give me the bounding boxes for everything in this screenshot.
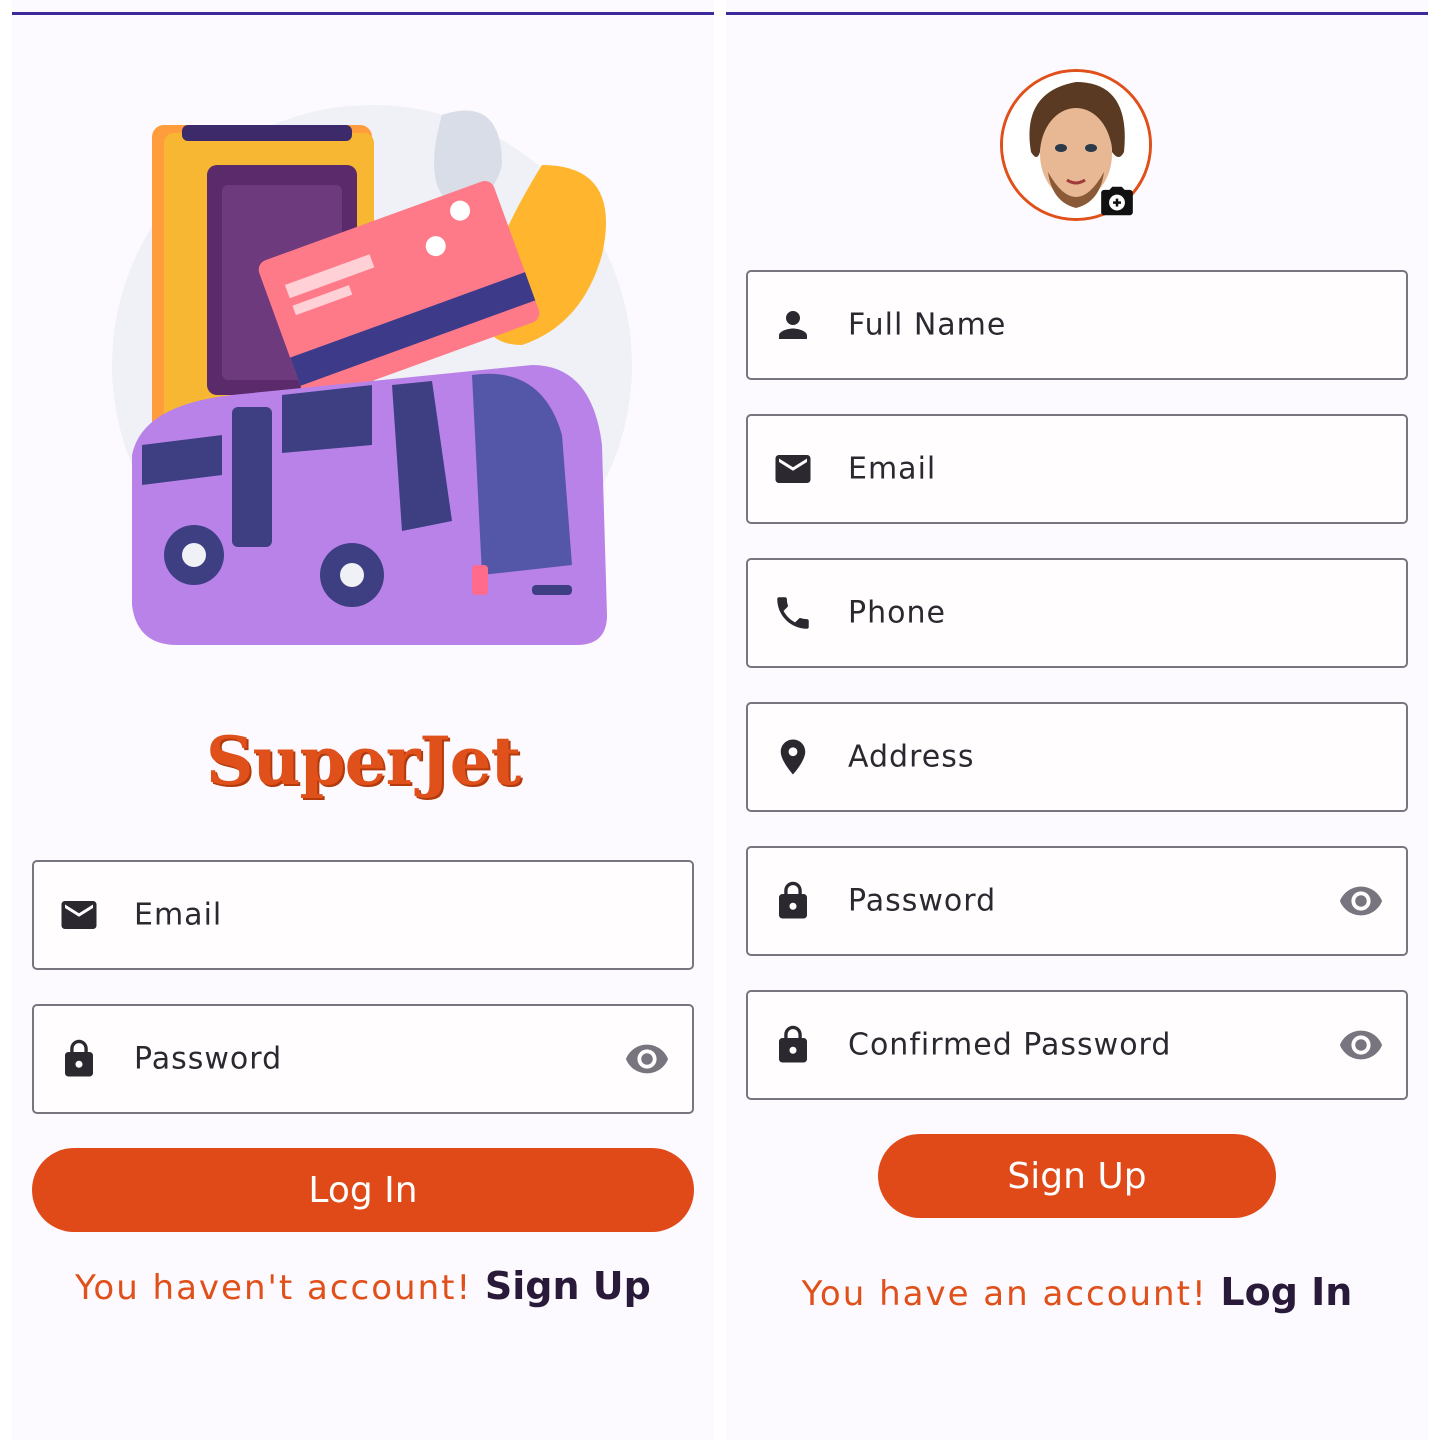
signup-button[interactable]: Sign Up [878, 1134, 1276, 1218]
location-icon [780, 739, 806, 775]
full-name-field[interactable]: Full Name [746, 270, 1408, 380]
email-icon [775, 455, 811, 483]
eye-icon[interactable] [1338, 878, 1384, 924]
password-field[interactable]: Password [746, 846, 1408, 956]
full-name-label: Full Name [848, 307, 1007, 343]
signup-screen: Full Name Email Phone Address Password C… [726, 0, 1428, 1440]
login-button[interactable]: Log In [32, 1148, 694, 1232]
eye-icon[interactable] [624, 1036, 670, 1082]
confirm-password-label: Confirmed Password [848, 1027, 1172, 1063]
lock-icon [65, 1039, 93, 1077]
password-label: Password [848, 883, 997, 919]
brand-logo: SuperJet [205, 722, 521, 800]
email-field[interactable]: Email [746, 414, 1408, 524]
password-label: Password [134, 1041, 283, 1077]
login-link[interactable]: Log In [1220, 1270, 1352, 1314]
login-prompt: You have an account! Log In [726, 1270, 1428, 1314]
login-prompt-text: You have an account! [801, 1274, 1208, 1314]
signup-prompt-text: You haven't account! [75, 1268, 473, 1308]
person-icon [779, 311, 807, 339]
phone-icon [777, 597, 809, 629]
confirm-password-field[interactable]: Confirmed Password [746, 990, 1408, 1100]
camera-icon[interactable] [1096, 182, 1138, 220]
lock-icon [779, 881, 807, 919]
login-screen: SuperJet Email Password Log In You haven… [12, 0, 714, 1440]
email-field[interactable]: Email [32, 860, 694, 970]
phone-label: Phone [848, 595, 946, 631]
email-label: Email [134, 897, 223, 933]
address-label: Address [848, 739, 975, 775]
address-field[interactable]: Address [746, 702, 1408, 812]
email-icon [61, 901, 97, 929]
email-label: Email [848, 451, 937, 487]
travel-illustration [112, 105, 632, 645]
signup-link[interactable]: Sign Up [485, 1264, 651, 1308]
password-field[interactable]: Password [32, 1004, 694, 1114]
lock-icon [779, 1025, 807, 1063]
top-divider [726, 12, 1428, 15]
top-divider [12, 12, 714, 15]
eye-icon[interactable] [1338, 1022, 1384, 1068]
phone-field[interactable]: Phone [746, 558, 1408, 668]
signup-prompt: You haven't account! Sign Up [12, 1264, 714, 1308]
